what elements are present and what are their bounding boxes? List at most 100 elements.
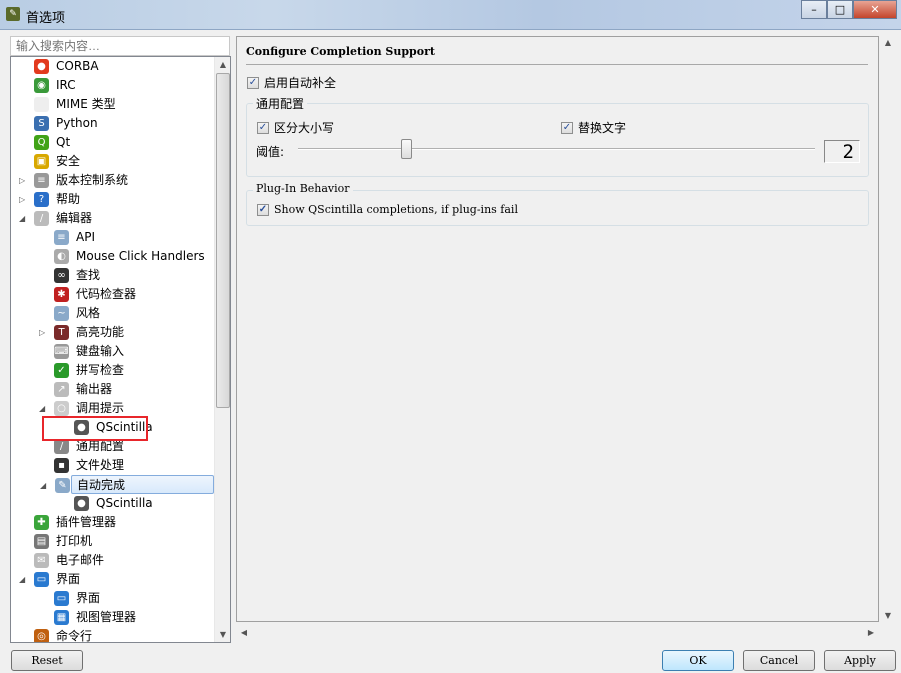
- tree-item[interactable]: ◢ ✎ 自动完成: [40, 475, 214, 494]
- enable-autocomplete-checkbox[interactable]: ✓ 启用自动补全: [247, 74, 336, 91]
- plugin-fallback-checkbox[interactable]: ✓ Show QScintilla completions, if plug-i…: [257, 203, 518, 216]
- tree-item-label: 拼写检查: [76, 363, 125, 377]
- tree-item-label: QScintilla: [96, 496, 153, 510]
- threshold-slider-track[interactable]: [298, 148, 815, 150]
- checkbox-label: 区分大小写: [274, 121, 335, 135]
- selection-highlight-box: [42, 416, 148, 441]
- tree-item[interactable]: ∞ 查找: [11, 266, 214, 285]
- divider: [246, 64, 868, 65]
- tree-item-label: 电子邮件: [56, 553, 105, 567]
- scrollbar-thumb[interactable]: [216, 73, 230, 408]
- tree-item[interactable]: ▤ 打印机: [11, 532, 214, 551]
- tree-item[interactable]: ● CORBA: [11, 57, 214, 76]
- title-bar: ✎ 首选项 – □ ✕: [0, 0, 901, 30]
- tree-item-label: MIME 类型: [56, 97, 116, 111]
- checkbox-checked-icon: ✓: [561, 121, 573, 134]
- tree-item-label: 自动完成: [77, 478, 126, 492]
- tree-item-label: 编辑器: [56, 211, 93, 225]
- tree-item[interactable]: ◎ 命令行: [11, 627, 214, 642]
- lock-icon: ▣: [34, 154, 49, 169]
- floppy-disk-icon: ▪: [54, 458, 69, 473]
- tree-item[interactable]: ◐ Mouse Click Handlers: [11, 247, 214, 266]
- checkbox-checked-icon: ✓: [257, 121, 269, 134]
- tree-item[interactable]: ✓ 拼写检查: [11, 361, 214, 380]
- puzzle-icon: ✚: [34, 515, 49, 530]
- minimize-button[interactable]: –: [801, 0, 827, 19]
- tree-item[interactable]: ● QScintilla: [11, 494, 214, 513]
- tree-item[interactable]: ▦ 视图管理器: [11, 608, 214, 627]
- group-title: Plug-In Behavior: [253, 182, 353, 195]
- scroll-down-arrow[interactable]: ▼: [880, 611, 896, 620]
- tree-item-label: 插件管理器: [56, 515, 117, 529]
- database-icon: ≡: [34, 173, 49, 188]
- tree-item-label: 代码检查器: [76, 287, 137, 301]
- autocomplete-wand-icon: ✎: [55, 478, 70, 493]
- scroll-right-arrow[interactable]: ▶: [863, 628, 879, 637]
- tree-item[interactable]: ◢ / 编辑器: [11, 209, 214, 228]
- tree-item[interactable]: ◉ IRC: [11, 76, 214, 95]
- tree-item[interactable]: ✱ 代码检查器: [11, 285, 214, 304]
- search-input[interactable]: [10, 36, 230, 56]
- tree-item-label: 文件处理: [76, 458, 125, 472]
- tree-item[interactable]: ▷ T 高亮功能: [11, 323, 214, 342]
- expanded-arrow-icon[interactable]: ◢: [40, 476, 50, 495]
- tree-item-label: Mouse Click Handlers: [76, 249, 205, 263]
- tree-item[interactable]: ✉ 电子邮件: [11, 551, 214, 570]
- scroll-down-arrow[interactable]: ▼: [215, 630, 230, 639]
- expanded-arrow-icon[interactable]: ◢: [19, 570, 29, 589]
- checkbox-checked-icon: ✓: [257, 203, 269, 216]
- collapsed-arrow-icon[interactable]: ▷: [39, 323, 49, 342]
- scroll-left-arrow[interactable]: ◀: [236, 628, 252, 637]
- lightbulb-icon: ○: [54, 401, 69, 416]
- cancel-button[interactable]: Cancel: [743, 650, 815, 671]
- qscintilla-icon: ●: [74, 496, 89, 511]
- case-sensitive-checkbox[interactable]: ✓ 区分大小写: [257, 119, 334, 136]
- expanded-arrow-icon[interactable]: ◢: [19, 209, 29, 228]
- binoculars-icon: ∞: [54, 268, 69, 283]
- threshold-label: 阈值:: [256, 145, 285, 159]
- mouse-icon: ◐: [54, 249, 69, 264]
- tree-item-label: 键盘输入: [76, 344, 125, 358]
- tree-item-label: 高亮功能: [76, 325, 125, 339]
- tree-item[interactable]: ~ 风格: [11, 304, 214, 323]
- highlight-text-icon: T: [54, 325, 69, 340]
- ok-button[interactable]: OK: [662, 650, 734, 671]
- tree-scrollbar[interactable]: ▲ ▼: [214, 57, 230, 642]
- tree-item[interactable]: ▷ ≡ 版本控制系统: [11, 171, 214, 190]
- tree-item[interactable]: ⌨ 键盘输入: [11, 342, 214, 361]
- close-button[interactable]: ✕: [853, 0, 897, 19]
- maximize-button[interactable]: □: [827, 0, 853, 19]
- threshold-slider-thumb[interactable]: [401, 139, 413, 159]
- tree-item[interactable]: ▪ 文件处理: [11, 456, 214, 475]
- apply-button[interactable]: Apply: [824, 650, 896, 671]
- tree-item[interactable]: ↗ 输出器: [11, 380, 214, 399]
- spellcheck-icon: ✓: [54, 363, 69, 378]
- collapsed-arrow-icon[interactable]: ▷: [19, 171, 29, 190]
- replace-word-checkbox[interactable]: ✓ 替换文字: [561, 119, 626, 136]
- reset-button[interactable]: Reset: [11, 650, 83, 671]
- tree-item[interactable]: S Python: [11, 114, 214, 133]
- monitor-icon: ▭: [34, 572, 49, 587]
- tree-item[interactable]: Q Qt: [11, 133, 214, 152]
- tree-item[interactable]: ▣ 安全: [11, 152, 214, 171]
- tree-item[interactable]: ✚ 插件管理器: [11, 513, 214, 532]
- tree-item[interactable]: ▷? 帮助: [11, 190, 214, 209]
- tree-item-label: API: [76, 230, 95, 244]
- checkbox-label: Show QScintilla completions, if plug-ins…: [274, 203, 518, 216]
- collapsed-arrow-icon[interactable]: ▷: [19, 190, 29, 209]
- tree-item-label: IRC: [56, 78, 76, 92]
- panel-vertical-scrollbar[interactable]: ▲ ▼: [880, 36, 896, 622]
- style-icon: ~: [54, 306, 69, 321]
- bug-icon: ✱: [54, 287, 69, 302]
- keyboard-icon: ⌨: [54, 344, 69, 359]
- tree-item[interactable]: ≡ API: [11, 228, 214, 247]
- panel-horizontal-scrollbar[interactable]: ◀ ▶: [236, 625, 879, 641]
- scroll-up-arrow[interactable]: ▲: [215, 60, 230, 69]
- scroll-up-arrow[interactable]: ▲: [880, 38, 896, 47]
- tree-item[interactable]: MIME 类型: [11, 95, 214, 114]
- tree-item[interactable]: ◢ ▭ 界面: [11, 570, 214, 589]
- tree-item-label: Qt: [56, 135, 71, 149]
- plugin-behavior-group: Plug-In Behavior ✓ Show QScintilla compl…: [246, 182, 869, 226]
- editor-pen-icon: /: [34, 211, 49, 226]
- tree-item[interactable]: ▭ 界面: [11, 589, 214, 608]
